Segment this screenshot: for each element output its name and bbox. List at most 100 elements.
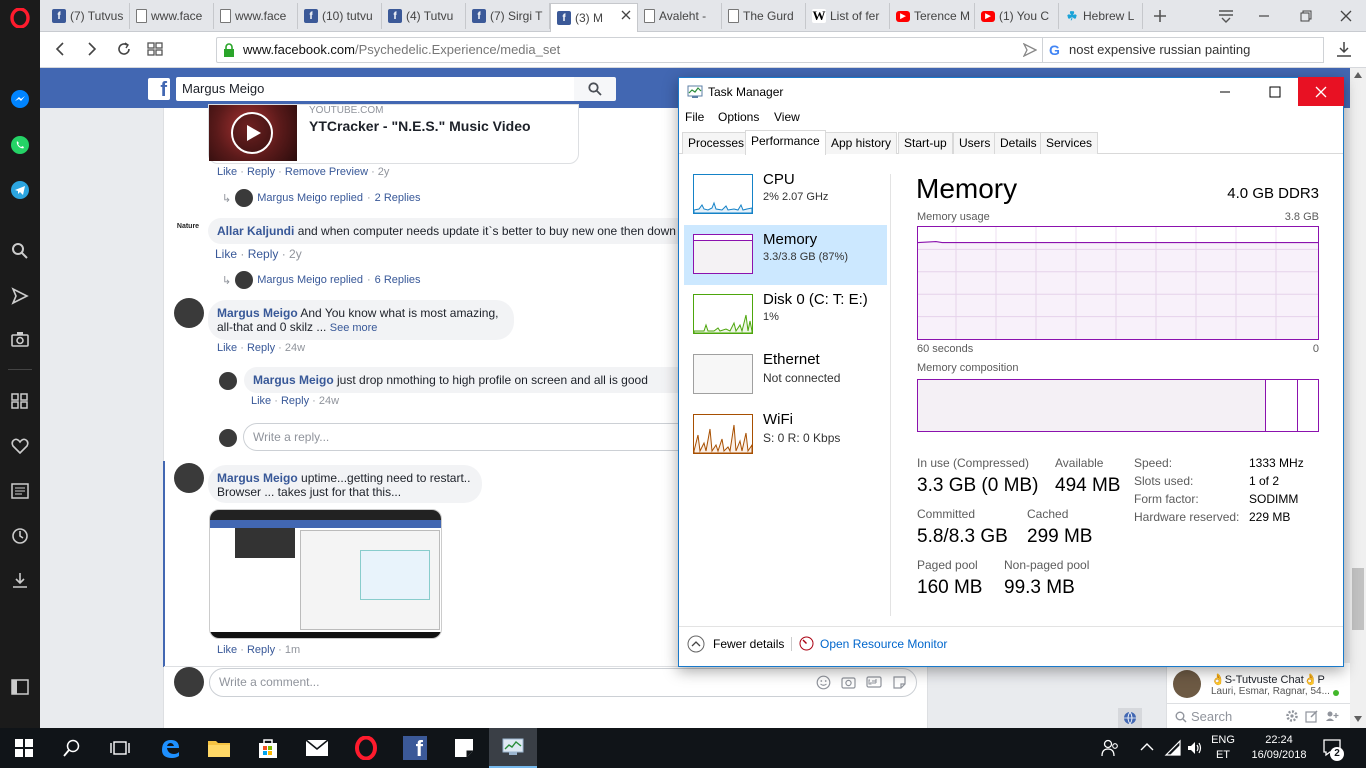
taskbar-opera[interactable] xyxy=(342,728,390,768)
comment-screenshot-image[interactable] xyxy=(209,509,442,639)
browser-tab[interactable]: ▶ (1) You C xyxy=(975,3,1059,29)
tab-performance[interactable]: Performance xyxy=(745,130,826,155)
comment-time[interactable]: 24w xyxy=(285,342,305,354)
menu-view[interactable]: View xyxy=(774,110,800,124)
whatsapp-icon[interactable] xyxy=(10,135,30,155)
browser-tab[interactable]: W List of fer xyxy=(806,3,890,29)
close-button[interactable] xyxy=(1298,77,1344,106)
browser-tab[interactable]: www.face xyxy=(214,3,298,29)
link-preview-card[interactable]: YOUTUBE.COM YTCracker - "N.E.S." Music V… xyxy=(208,104,579,164)
browser-tab[interactable]: f (7) Tutvus xyxy=(46,3,130,29)
taskbar-file-explorer[interactable] xyxy=(195,728,243,768)
start-button[interactable] xyxy=(0,728,48,768)
resource-wifi[interactable]: WiFi S: 0 R: 0 Kbps xyxy=(684,405,887,465)
reply-link[interactable]: Reply xyxy=(248,247,279,261)
replies-link[interactable]: ↳ Margus Meigo replied · 2 Replies xyxy=(222,189,421,207)
preview-title[interactable]: YTCracker - "N.E.S." Music Video xyxy=(309,118,531,134)
commenter-name[interactable]: Margus Meigo xyxy=(253,373,334,387)
like-link[interactable]: Like xyxy=(251,395,271,407)
browser-tab[interactable]: f (7) Sirgi T xyxy=(466,3,550,29)
resource-ethernet[interactable]: Ethernet Not connected xyxy=(684,345,887,405)
clock[interactable]: 22:24 16/09/2018 xyxy=(1244,733,1314,763)
history-icon[interactable] xyxy=(10,526,30,546)
resource-memory[interactable]: Memory 3.3/3.8 GB (87%) xyxy=(684,225,887,285)
wifi-tray-icon[interactable] xyxy=(1164,739,1182,757)
facebook-search-button[interactable] xyxy=(574,77,616,101)
tab-users[interactable]: Users xyxy=(953,132,997,154)
back-icon[interactable] xyxy=(52,41,68,57)
tab-start-up[interactable]: Start-up xyxy=(898,132,953,154)
tab-details[interactable]: Details xyxy=(994,132,1043,154)
input-language[interactable]: ENG ET xyxy=(1208,733,1238,763)
taskbar-task-manager[interactable] xyxy=(489,728,537,768)
messenger-icon[interactable] xyxy=(10,89,30,109)
like-link[interactable]: Like xyxy=(215,247,237,261)
menu-options[interactable]: Options xyxy=(718,110,759,124)
forward-icon[interactable] xyxy=(84,41,100,57)
volume-icon[interactable] xyxy=(1186,739,1204,757)
remove-preview-link[interactable]: Remove Preview xyxy=(285,166,368,178)
send-page-icon[interactable] xyxy=(1023,43,1037,57)
telegram-icon[interactable] xyxy=(10,180,30,200)
sidebar-toggle-icon[interactable] xyxy=(10,677,30,697)
send-icon[interactable] xyxy=(10,286,30,306)
chevron-up-icon[interactable] xyxy=(1140,741,1154,751)
fewer-details-button[interactable]: Fewer details xyxy=(687,635,784,653)
minimize-icon[interactable] xyxy=(1219,86,1231,98)
people-icon[interactable] xyxy=(1100,738,1120,758)
taskbar-edge[interactable] xyxy=(146,728,194,768)
tab-services[interactable]: Services xyxy=(1040,132,1099,154)
action-center-icon[interactable]: 2 xyxy=(1322,738,1344,761)
close-window-icon[interactable] xyxy=(1336,6,1356,26)
open-resource-monitor-link[interactable]: Open Resource Monitor xyxy=(799,636,947,651)
tab-menu-icon[interactable] xyxy=(1216,6,1236,26)
downloads-icon[interactable] xyxy=(10,570,30,590)
minimize-icon[interactable] xyxy=(1254,6,1274,26)
resource-disk[interactable]: Disk 0 (C: T: E:) 1% xyxy=(684,285,887,345)
globe-icon[interactable] xyxy=(1118,708,1142,728)
browser-tab[interactable]: f (4) Tutvu xyxy=(382,3,466,29)
comment-time[interactable]: 24w xyxy=(319,395,339,407)
browser-tab[interactable]: f (10) tutvu xyxy=(298,3,382,29)
chat-search-input[interactable]: Search xyxy=(1191,709,1232,724)
browser-tab[interactable]: The Gurd xyxy=(722,3,806,29)
browser-tab[interactable]: f (3) M xyxy=(550,3,638,32)
browser-tab[interactable]: ▶ Terence M xyxy=(890,3,975,29)
avatar[interactable]: Nature xyxy=(174,219,202,247)
gear-icon[interactable] xyxy=(1285,709,1299,723)
opera-menu-icon[interactable] xyxy=(10,8,30,28)
comment-time[interactable]: 2y xyxy=(378,166,390,178)
new-tab-button[interactable] xyxy=(1150,6,1170,26)
comment-time[interactable]: 2y xyxy=(289,247,302,261)
emoji-icon[interactable] xyxy=(816,675,831,690)
browser-tab[interactable]: ☘ Hebrew L xyxy=(1059,3,1143,29)
url-input[interactable]: www.facebook.com/Psychedelic.Experience/… xyxy=(216,37,1072,63)
write-comment-input[interactable]: Write a comment... xyxy=(209,668,917,697)
download-icon[interactable] xyxy=(1336,41,1352,57)
taskbar-search-button[interactable] xyxy=(48,728,96,768)
camera-icon[interactable] xyxy=(10,329,30,349)
menu-file[interactable]: File xyxy=(685,110,704,124)
reply-link[interactable]: Reply xyxy=(281,395,309,407)
facebook-search-input[interactable]: Margus Meigo xyxy=(176,77,574,101)
news-icon[interactable] xyxy=(10,481,30,501)
avatar[interactable] xyxy=(219,372,237,390)
scrollbar-thumb[interactable] xyxy=(1352,568,1364,630)
reply-link[interactable]: Reply xyxy=(247,644,275,656)
tab-app-history[interactable]: App history xyxy=(825,132,898,154)
browser-tab[interactable]: Avaleht - xyxy=(638,3,722,29)
play-icon[interactable] xyxy=(231,112,273,154)
heart-icon[interactable] xyxy=(10,436,30,456)
reply-link[interactable]: Reply xyxy=(247,166,275,178)
like-link[interactable]: Like xyxy=(217,166,237,178)
maximize-icon[interactable] xyxy=(1269,86,1281,98)
commenter-name[interactable]: Allar Kaljundi xyxy=(217,224,294,238)
gif-icon[interactable] xyxy=(866,675,882,689)
new-group-icon[interactable] xyxy=(1325,709,1339,723)
comment-time[interactable]: 1m xyxy=(285,644,300,656)
task-view-button[interactable] xyxy=(96,728,144,768)
resource-cpu[interactable]: CPU 2% 2.07 GHz xyxy=(684,165,887,225)
write-reply-input[interactable]: Write a reply... xyxy=(243,423,679,451)
group-chat-avatar[interactable] xyxy=(1173,670,1201,698)
task-manager-title-bar[interactable]: Task Manager xyxy=(679,77,1344,106)
